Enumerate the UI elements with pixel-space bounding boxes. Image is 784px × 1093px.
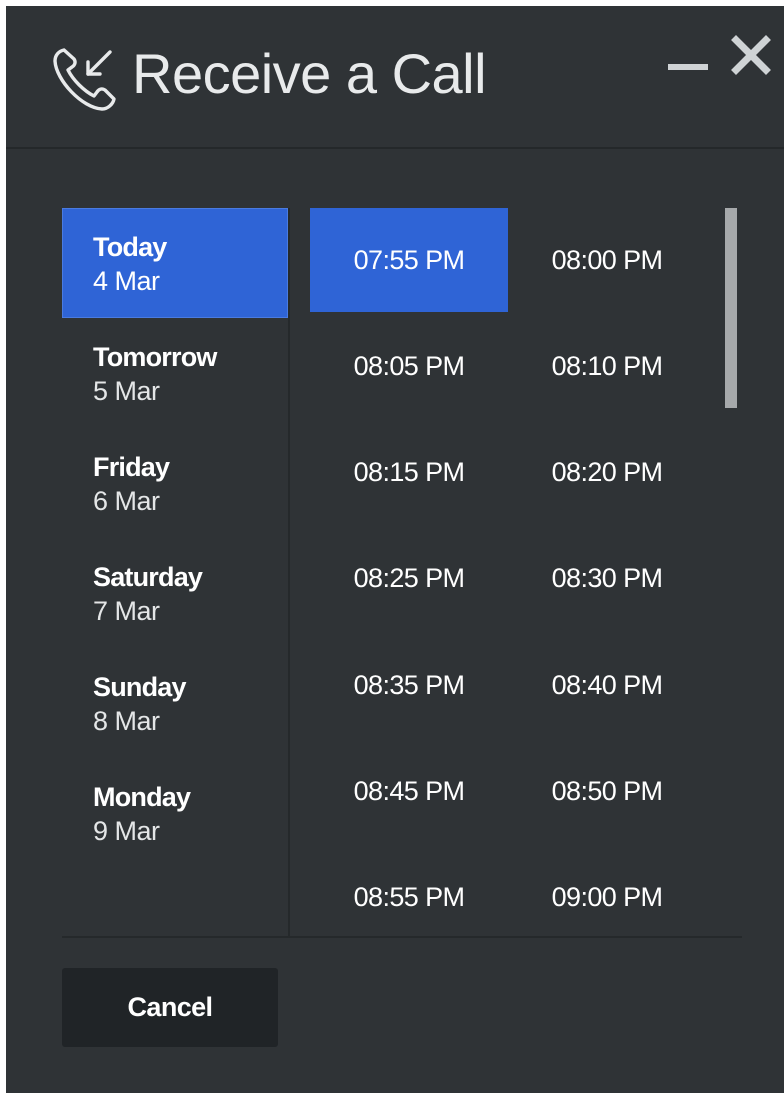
day-date: 6 Mar [93,486,160,516]
time-scrollbar[interactable] [725,208,737,936]
day-item-monday[interactable]: Monday 9 Mar [62,758,288,868]
time-slot[interactable]: 07:55 PM [310,208,508,312]
day-name: Tomorrow [93,342,217,372]
minimize-icon[interactable] [666,46,708,86]
receive-call-dialog: Receive a Call Today 4 Mar Tomorrow 5 Ma… [6,6,784,1093]
day-item-saturday[interactable]: Saturday 7 Mar [62,538,288,648]
time-slot[interactable]: 08:40 PM [508,633,706,737]
dialog-title: Receive a Call [132,42,487,105]
time-slot[interactable]: 09:00 PM [508,845,706,936]
time-slot[interactable]: 08:50 PM [508,739,706,843]
day-date: 4 Mar [93,266,160,296]
time-slot[interactable]: 08:25 PM [310,526,508,630]
header-divider [6,147,784,149]
day-item-friday[interactable]: Friday 6 Mar [62,428,288,538]
day-name: Today [93,232,167,262]
time-slot[interactable]: 08:55 PM [310,845,508,936]
day-list: Today 4 Mar Tomorrow 5 Mar Friday 6 Mar … [62,208,288,868]
cancel-button[interactable]: Cancel [62,968,278,1047]
time-slot[interactable]: 08:10 PM [508,314,706,418]
day-name: Sunday [93,672,187,702]
day-name: Friday [93,452,170,482]
time-slot[interactable]: 08:20 PM [508,420,706,524]
column-divider [288,208,290,936]
time-slot[interactable]: 08:45 PM [310,739,508,843]
day-item-sunday[interactable]: Sunday 8 Mar [62,648,288,758]
day-date: 7 Mar [93,596,160,626]
time-slot[interactable]: 08:00 PM [508,208,706,312]
dialog-header: Receive a Call [6,6,784,147]
day-name: Saturday [93,562,203,592]
footer-divider [62,936,742,938]
time-slot[interactable]: 08:35 PM [310,633,508,737]
day-date: 5 Mar [93,376,160,406]
day-name: Monday [93,782,191,812]
time-slot[interactable]: 08:15 PM [310,420,508,524]
scrollbar-thumb[interactable] [725,208,737,408]
phone-incoming-icon [50,42,122,114]
day-date: 9 Mar [93,816,160,846]
day-date: 8 Mar [93,706,160,736]
close-icon[interactable] [728,32,774,78]
time-slot[interactable]: 08:30 PM [508,526,706,630]
day-item-tomorrow[interactable]: Tomorrow 5 Mar [62,318,288,428]
time-slot-grid: 07:55 PM 08:00 PM 08:05 PM 08:10 PM 08:1… [310,208,720,936]
time-slot[interactable]: 08:05 PM [310,314,508,418]
day-item-today[interactable]: Today 4 Mar [62,208,288,318]
